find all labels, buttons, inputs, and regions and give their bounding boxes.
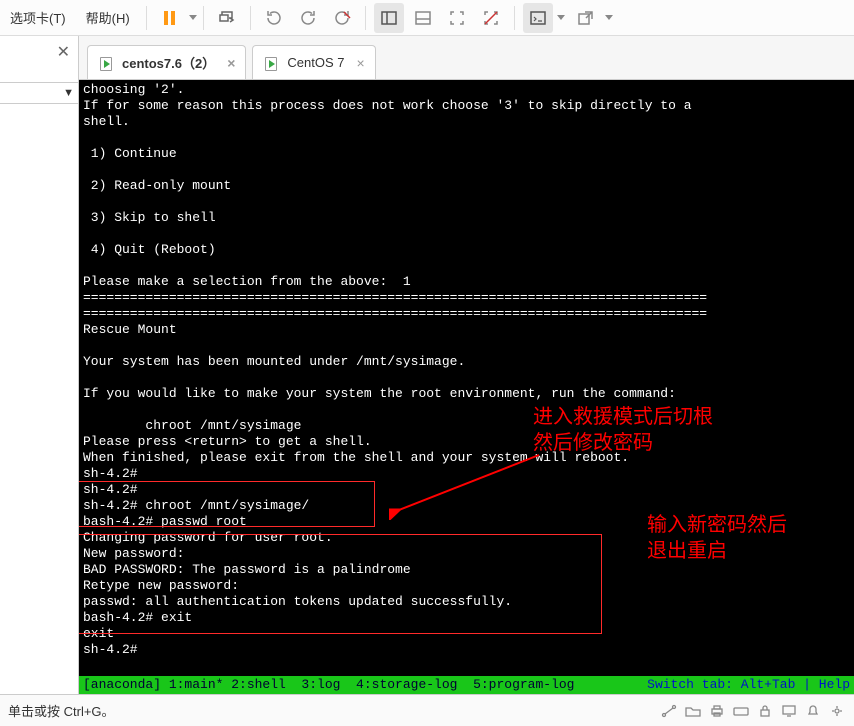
tab-centos7[interactable]: CentOS 7 × bbox=[252, 45, 375, 79]
menu-help[interactable]: 帮助(H) bbox=[76, 0, 140, 36]
annotation-text-2: 输入新密码然后 退出重启 bbox=[647, 512, 787, 564]
tab-label: CentOS 7 bbox=[287, 55, 344, 70]
folder-icon[interactable] bbox=[684, 703, 702, 719]
layout-sidebar-button[interactable] bbox=[374, 3, 404, 33]
separator bbox=[365, 6, 366, 30]
top-toolbar: 选项卡(T) 帮助(H) bbox=[0, 0, 854, 36]
annotation-arrow bbox=[389, 450, 549, 520]
layout-focus-off-button[interactable] bbox=[476, 3, 506, 33]
history-forward-button[interactable] bbox=[293, 3, 323, 33]
popout-caret[interactable] bbox=[605, 15, 613, 20]
tab-label: centos7.6（2） bbox=[122, 53, 215, 72]
close-icon[interactable]: × bbox=[227, 55, 235, 71]
status-bar: 单击或按 Ctrl+G。 bbox=[0, 694, 854, 726]
chevron-down-icon: ▼ bbox=[63, 87, 74, 99]
keyboard-icon[interactable] bbox=[732, 703, 750, 719]
printer-icon[interactable] bbox=[708, 703, 726, 719]
terminal-icon bbox=[263, 55, 279, 71]
command-window-button[interactable] bbox=[523, 3, 553, 33]
menu-tabs-label: 选项卡(T) bbox=[10, 8, 66, 27]
tab-centos76-2[interactable]: centos7.6（2） × bbox=[87, 45, 246, 79]
terminal-view[interactable]: choosing '2'. If for some reason this pr… bbox=[79, 80, 854, 694]
status-text: 单击或按 Ctrl+G。 bbox=[8, 701, 115, 720]
menu-tabs[interactable]: 选项卡(T) bbox=[0, 0, 76, 36]
pause-dropdown-caret[interactable] bbox=[189, 15, 197, 20]
terminal-icon bbox=[98, 55, 114, 71]
layout-bottom-button[interactable] bbox=[408, 3, 438, 33]
separator bbox=[146, 6, 147, 30]
bell-icon[interactable] bbox=[804, 703, 822, 719]
monitor-icon[interactable] bbox=[780, 703, 798, 719]
content-area: centos7.6（2） × CentOS 7 × choosing '2'. … bbox=[79, 36, 854, 694]
annotation-text-1: 进入救援模式后切根 然后修改密码 bbox=[533, 404, 713, 456]
close-icon[interactable]: × bbox=[356, 55, 364, 71]
history-back-button[interactable] bbox=[259, 3, 289, 33]
main-row: ✕ ▼ centos7.6（2） × CentOS 7 × choosing '… bbox=[0, 36, 854, 694]
lock-icon[interactable] bbox=[756, 703, 774, 719]
settings-icon[interactable] bbox=[828, 703, 846, 719]
session-tab-bar: centos7.6（2） × CentOS 7 × bbox=[79, 36, 854, 80]
status-icons bbox=[660, 703, 846, 719]
panel-close-icon[interactable]: ✕ bbox=[0, 36, 78, 66]
terminal-status-left: [anaconda] 1:main* 2:shell 3:log 4:stora… bbox=[83, 676, 574, 694]
panel-combo[interactable]: ▼ bbox=[0, 82, 78, 104]
command-window-caret[interactable] bbox=[557, 15, 565, 20]
popout-button[interactable] bbox=[571, 3, 601, 33]
terminal-status-line: [anaconda] 1:main* 2:shell 3:log 4:stora… bbox=[79, 676, 854, 694]
history-clear-button[interactable] bbox=[327, 3, 357, 33]
terminal-output: choosing '2'. If for some reason this pr… bbox=[83, 82, 850, 658]
layout-focus-button[interactable] bbox=[442, 3, 472, 33]
separator bbox=[514, 6, 515, 30]
menu-help-label: 帮助(H) bbox=[86, 8, 130, 27]
pause-button[interactable] bbox=[155, 3, 185, 33]
left-panel: ✕ ▼ bbox=[0, 36, 79, 694]
network-icon[interactable] bbox=[660, 703, 678, 719]
separator bbox=[203, 6, 204, 30]
separator bbox=[250, 6, 251, 30]
terminal-status-right: Switch tab: Alt+Tab | Help bbox=[647, 676, 854, 694]
send-command-button[interactable] bbox=[212, 3, 242, 33]
